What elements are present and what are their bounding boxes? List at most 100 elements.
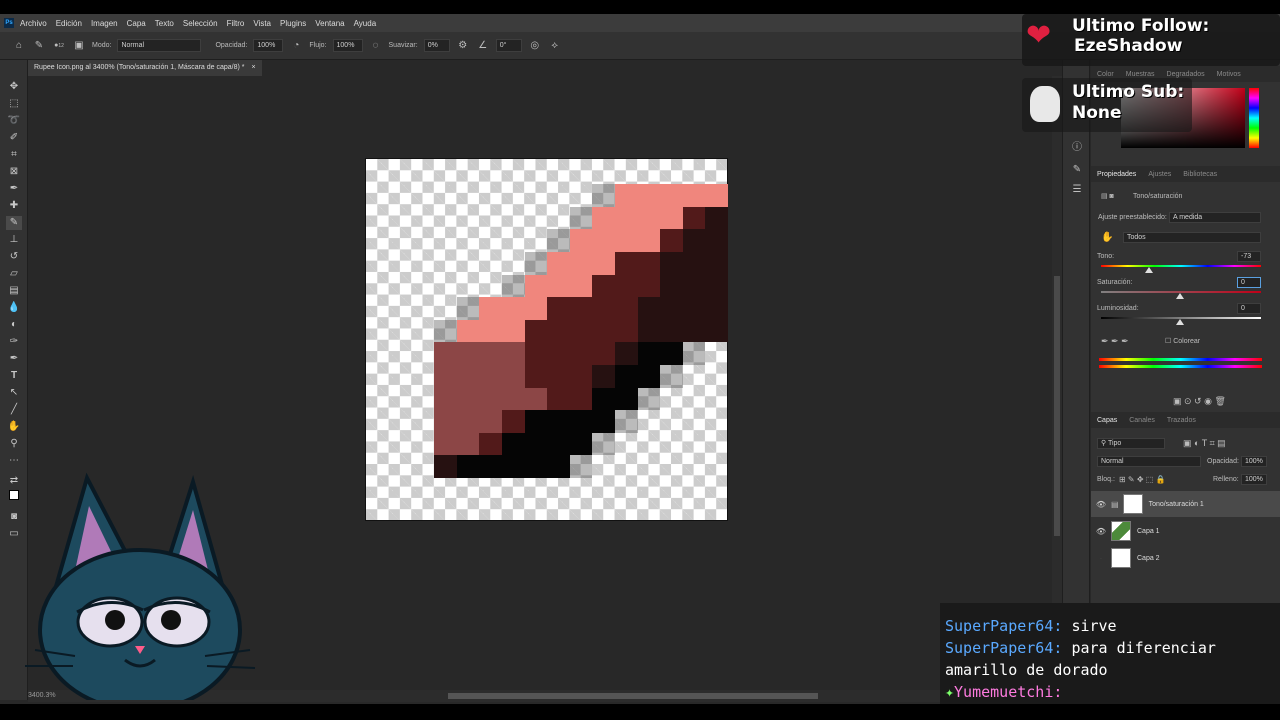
brush-tool-icon[interactable]: ✎ bbox=[32, 40, 46, 51]
vertical-scroll-thumb[interactable] bbox=[1054, 276, 1060, 536]
layer-opacity-input[interactable]: 100% bbox=[1241, 456, 1267, 467]
gear-icon[interactable]: ⚙ bbox=[456, 40, 470, 51]
horizontal-scroll-thumb[interactable] bbox=[448, 693, 818, 699]
quick-select-tool-icon[interactable]: ✐ bbox=[6, 131, 22, 145]
channel-select[interactable]: Todos bbox=[1123, 232, 1261, 243]
menu-edicion[interactable]: Edición bbox=[56, 19, 82, 28]
hue-strip[interactable] bbox=[1249, 88, 1259, 148]
path-select-tool-icon[interactable]: ↖ bbox=[6, 386, 22, 400]
menu-seleccion[interactable]: Selección bbox=[183, 19, 218, 28]
saturation-slider-thumb[interactable] bbox=[1176, 293, 1184, 299]
airbrush-icon[interactable]: ◌ bbox=[369, 40, 383, 51]
line-tool-icon[interactable]: ╱ bbox=[6, 403, 22, 417]
pressure-size-icon[interactable]: ◎ bbox=[528, 40, 542, 51]
sprite-pixel bbox=[456, 410, 480, 433]
tab-capas[interactable]: Capas bbox=[1097, 417, 1117, 424]
symmetry-icon[interactable]: ⟡ bbox=[548, 40, 562, 51]
menu-capa[interactable]: Capa bbox=[127, 19, 146, 28]
move-tool-icon[interactable]: ✥ bbox=[6, 80, 22, 94]
eraser-tool-icon[interactable]: ▱ bbox=[6, 267, 22, 281]
angle-icon[interactable]: ∠ bbox=[476, 40, 490, 51]
zoom-tool-icon[interactable]: ⚲ bbox=[6, 437, 22, 451]
preset-select[interactable]: A medida bbox=[1169, 212, 1261, 223]
menu-texto[interactable]: Texto bbox=[155, 19, 174, 28]
top-black-strip bbox=[0, 0, 1280, 14]
tab-propiedades[interactable]: Propiedades bbox=[1097, 171, 1136, 178]
home-icon[interactable]: ⌂ bbox=[12, 40, 26, 51]
layer-mask-thumbnail[interactable] bbox=[1122, 494, 1143, 514]
targeted-adjust-hand-icon[interactable]: ✋ bbox=[1101, 232, 1113, 243]
tab-degradados[interactable]: Degradados bbox=[1167, 71, 1205, 78]
layer-thumbnail[interactable] bbox=[1111, 521, 1131, 541]
visibility-eye-icon[interactable]: 👁 bbox=[1091, 527, 1111, 536]
eyedropper-tool-icon[interactable]: ✒ bbox=[6, 182, 22, 196]
hue-slider-thumb[interactable] bbox=[1145, 267, 1153, 273]
info-icon[interactable]: ⓘ bbox=[1070, 138, 1084, 153]
menu-ventana[interactable]: Ventana bbox=[315, 19, 344, 28]
visibility-eye-icon[interactable]: 👁 bbox=[1091, 500, 1111, 509]
pen-tool-icon[interactable]: ✑ bbox=[6, 335, 22, 349]
healing-tool-icon[interactable]: ✚ bbox=[6, 199, 22, 213]
gradient-tool-icon[interactable]: ▤ bbox=[6, 284, 22, 298]
document-tab[interactable]: Rupee Icon.png al 3400% (Tono/saturación… bbox=[28, 60, 262, 76]
hue-slider-track[interactable] bbox=[1101, 265, 1261, 267]
menu-filtro[interactable]: Filtro bbox=[227, 19, 245, 28]
brush-preset-icon[interactable]: ●12 bbox=[52, 42, 66, 49]
stamp-tool-icon[interactable]: ⊥ bbox=[6, 233, 22, 247]
smooth-input[interactable]: 0% bbox=[423, 39, 450, 52]
vertical-scrollbar[interactable] bbox=[1052, 76, 1062, 690]
mode-select[interactable]: Normal bbox=[117, 39, 202, 52]
hand-tool-icon[interactable]: ✋ bbox=[6, 420, 22, 434]
blur-tool-icon[interactable]: 💧 bbox=[6, 301, 22, 315]
more-tools-icon[interactable]: ⋯ bbox=[6, 454, 22, 468]
opacity-input[interactable]: 100% bbox=[253, 39, 284, 52]
dodge-tool-icon[interactable]: ◐ bbox=[6, 318, 22, 332]
layer-row[interactable]: 👁 ▤ Tono/saturación 1 bbox=[1091, 491, 1280, 517]
document-canvas[interactable] bbox=[365, 158, 728, 521]
sprite-pixel bbox=[637, 319, 661, 343]
type-tool-icon[interactable]: T bbox=[6, 369, 22, 383]
close-tab-icon[interactable]: × bbox=[251, 64, 255, 71]
menu-imagen[interactable]: Imagen bbox=[91, 19, 118, 28]
pen-tool-icon-2[interactable]: ✒ bbox=[6, 352, 22, 366]
menu-vista[interactable]: Vista bbox=[253, 19, 271, 28]
brush-settings-icon[interactable]: ▣ bbox=[72, 40, 86, 51]
brush-panel-icon[interactable]: ✎ bbox=[1070, 164, 1084, 178]
lightness-slider-thumb[interactable] bbox=[1176, 319, 1184, 325]
properties-footer-icons[interactable]: ▣ ⊙ ↺ ◉ 🗑 bbox=[1173, 396, 1226, 407]
lock-icons[interactable]: ⊞ ✎ ✥ ⬚ 🔒 bbox=[1119, 475, 1166, 484]
adjust-panel-icon[interactable]: ☰ bbox=[1070, 184, 1084, 198]
menu-ayuda[interactable]: Ayuda bbox=[354, 19, 377, 28]
history-brush-tool-icon[interactable]: ↺ bbox=[6, 250, 22, 264]
flow-input[interactable]: 100% bbox=[332, 39, 363, 52]
pressure-opacity-icon[interactable]: ◔ bbox=[289, 40, 303, 51]
blend-mode-select[interactable]: Normal bbox=[1097, 456, 1201, 467]
lightness-input[interactable]: 0 bbox=[1237, 303, 1261, 314]
menu-plugins[interactable]: Plugins bbox=[280, 19, 306, 28]
tab-color[interactable]: Color bbox=[1097, 71, 1114, 78]
tab-bibliotecas[interactable]: Bibliotecas bbox=[1183, 171, 1217, 178]
fill-input[interactable]: 100% bbox=[1241, 474, 1267, 485]
tab-muestras[interactable]: Muestras bbox=[1126, 71, 1155, 78]
layer-row[interactable]: 👁 Capa 1 bbox=[1091, 518, 1280, 544]
crop-tool-icon[interactable]: ⌗ bbox=[6, 148, 22, 162]
menu-archivo[interactable]: Archivo bbox=[20, 19, 47, 28]
visibility-eye-icon[interactable]: · bbox=[1091, 554, 1111, 563]
marquee-tool-icon[interactable]: ⬚ bbox=[6, 97, 22, 111]
tab-trazados[interactable]: Trazados bbox=[1167, 417, 1196, 424]
lasso-tool-icon[interactable]: ➰ bbox=[6, 114, 22, 128]
layer-thumbnail[interactable] bbox=[1111, 548, 1131, 568]
eyedropper-icons[interactable]: ✒ ✒ ✒ bbox=[1101, 336, 1129, 347]
angle-input[interactable]: 0° bbox=[495, 39, 522, 52]
tab-motivos[interactable]: Motivos bbox=[1217, 71, 1241, 78]
tab-ajustes[interactable]: Ajustes bbox=[1148, 171, 1171, 178]
tab-canales[interactable]: Canales bbox=[1129, 417, 1155, 424]
layer-row[interactable]: · Capa 2 bbox=[1091, 545, 1280, 571]
colorize-checkbox[interactable]: ☐ Colorear bbox=[1165, 337, 1200, 345]
brush-tool-icon[interactable]: ✎ bbox=[6, 216, 22, 230]
layer-filter-icons[interactable]: ▣ ◐ T ⌗ ▤ bbox=[1183, 438, 1226, 449]
frame-tool-icon[interactable]: ⊠ bbox=[6, 165, 22, 179]
hue-input[interactable]: -73 bbox=[1237, 251, 1261, 262]
layer-filter-select[interactable]: ⚲ Tipo bbox=[1097, 438, 1165, 449]
saturation-input[interactable]: 0 bbox=[1237, 277, 1261, 288]
